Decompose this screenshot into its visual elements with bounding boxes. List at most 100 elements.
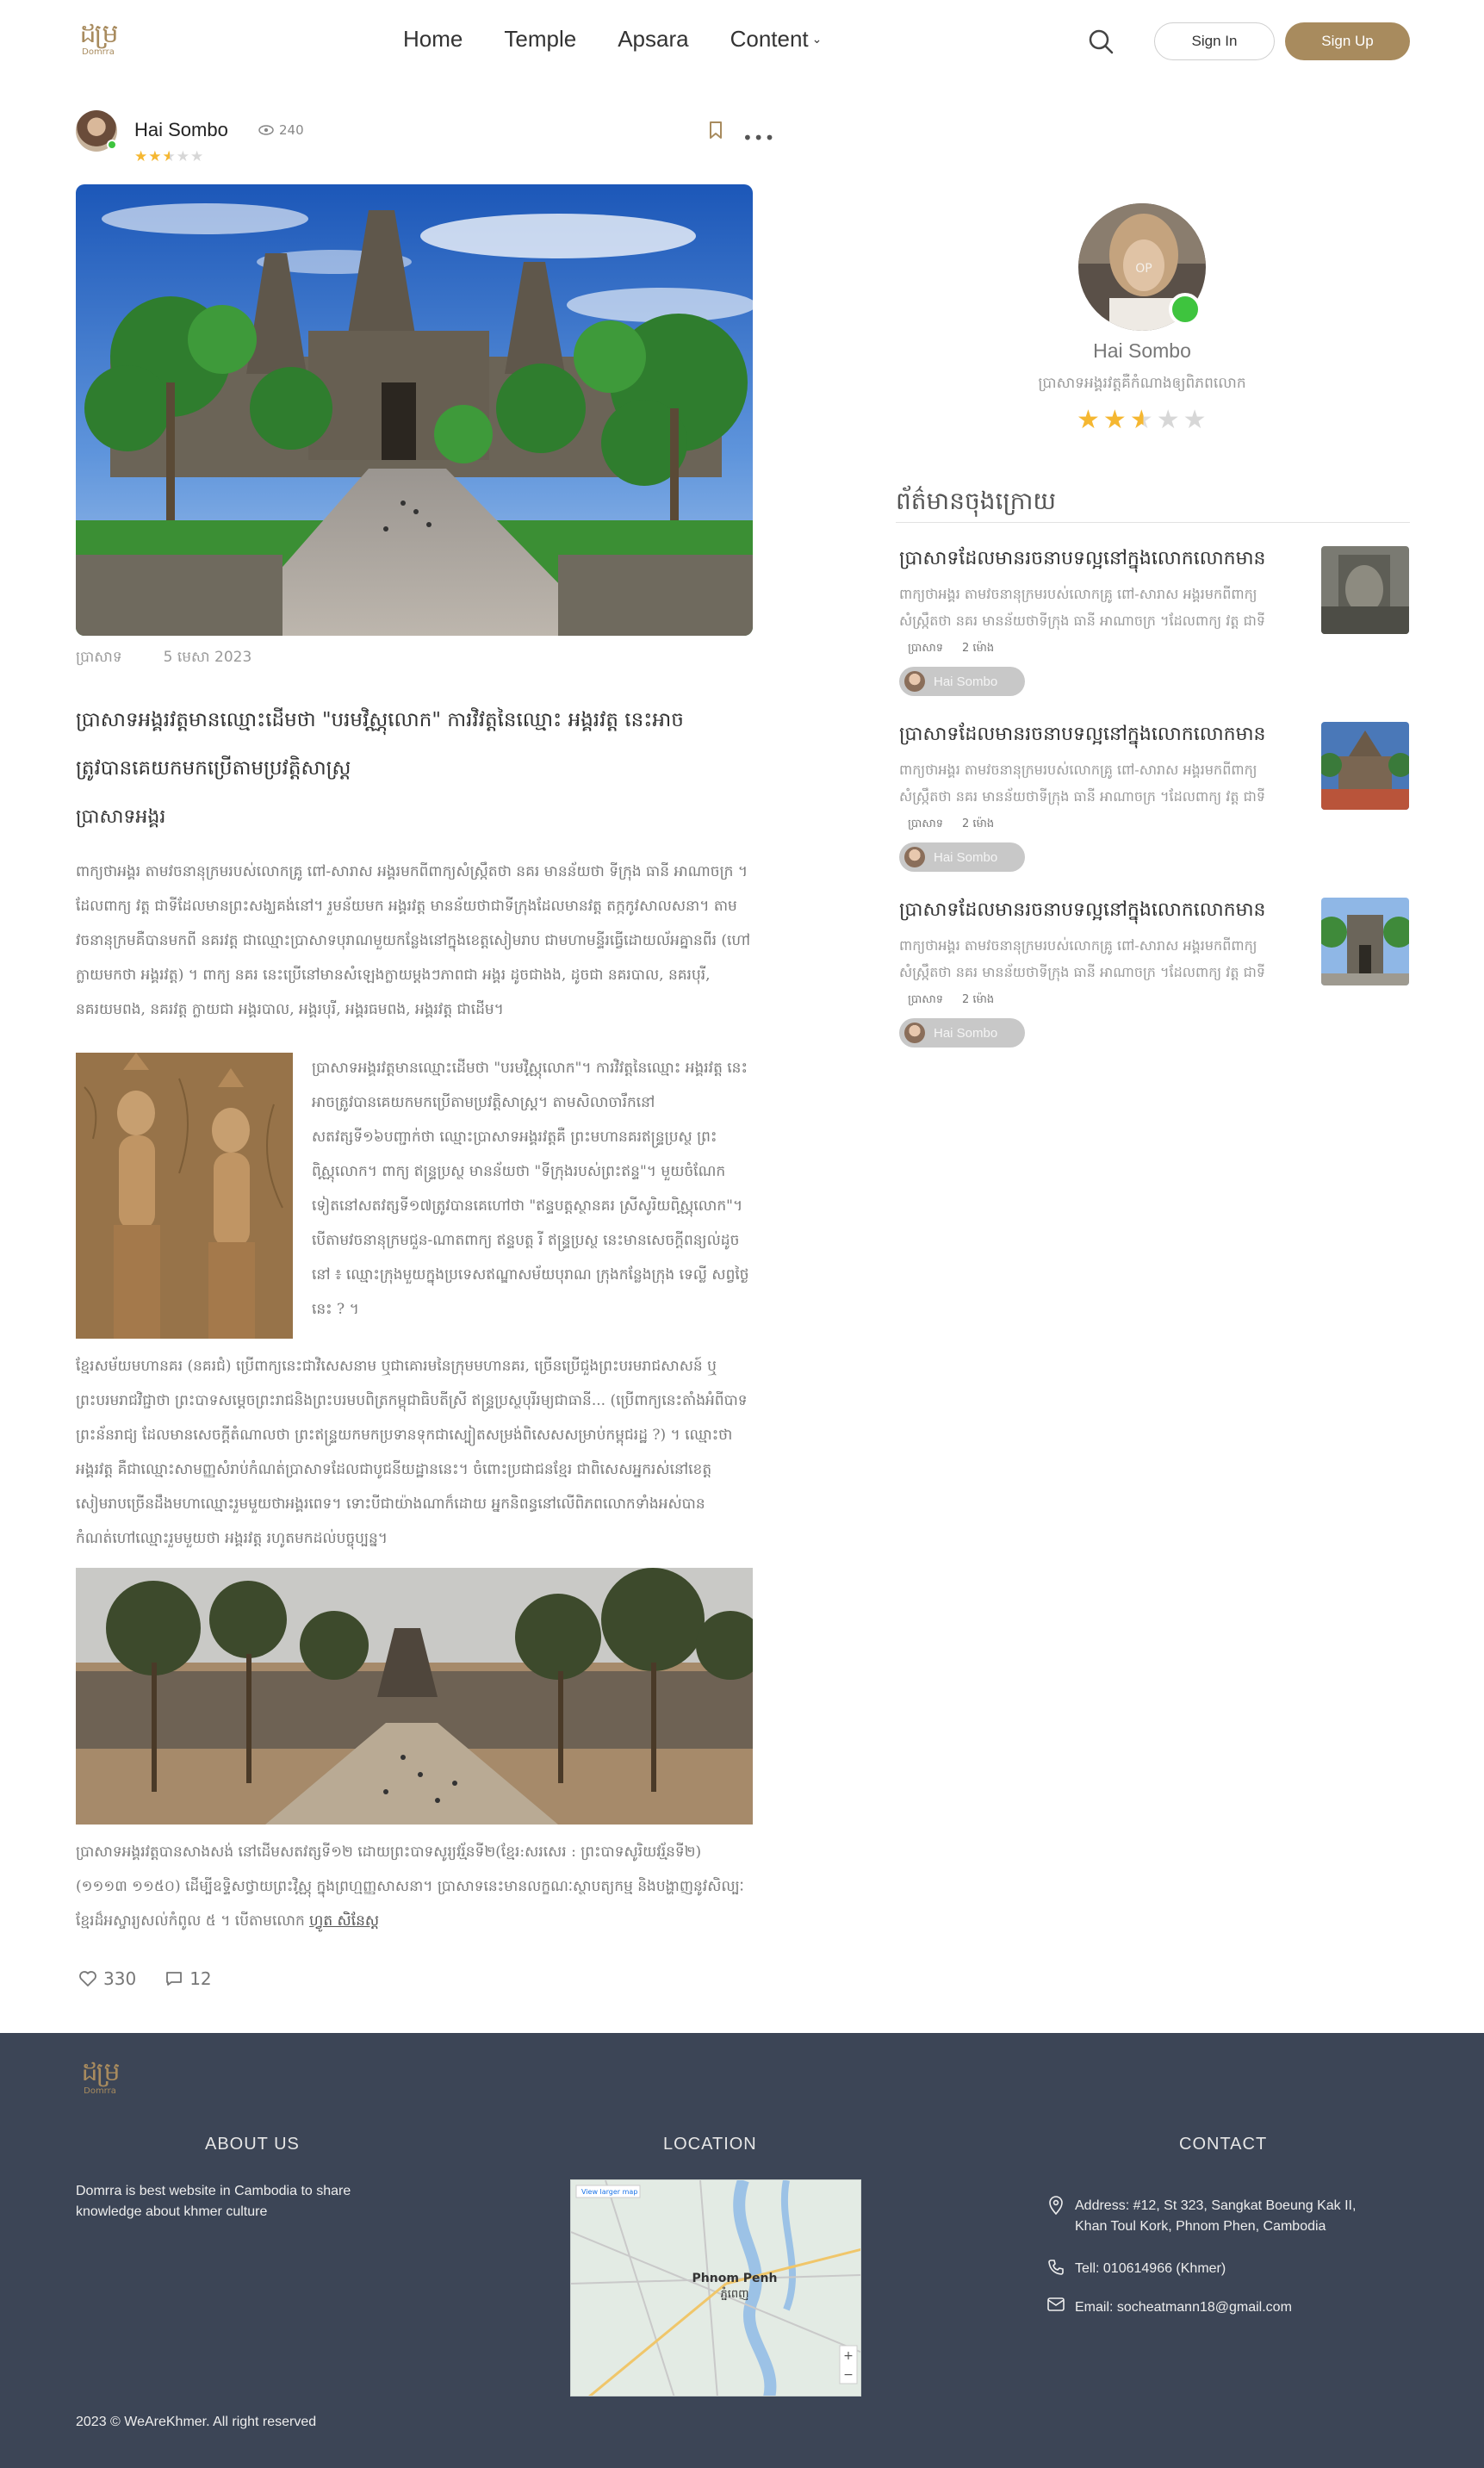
recent-post-time: 2 ម៉ោង xyxy=(962,642,995,655)
star-icon: ★ xyxy=(1102,405,1130,435)
mail-icon xyxy=(1047,2297,1065,2311)
location-map[interactable]: View larger map Phnom Penh ភ្នំពេញ + − xyxy=(570,2179,861,2397)
comment-icon xyxy=(166,1972,183,1986)
map-zoom-in[interactable]: + xyxy=(843,2349,854,2363)
bookmark-icon[interactable] xyxy=(708,121,723,140)
post-date: 5 មេសា 2023 xyxy=(163,649,252,666)
source-link[interactable]: ហ្វូត សិនែស្ដ xyxy=(309,1912,379,1930)
heart-icon xyxy=(79,1971,96,1986)
nav-apsara-label: Apsara xyxy=(618,26,689,52)
nav-content-dropdown[interactable]: Content ⌄ xyxy=(730,26,823,53)
nav-apsara[interactable]: Apsara xyxy=(618,26,688,53)
about-heading: ABOUT US xyxy=(205,2135,300,2154)
profile-bio: ប្រាសាទអង្គរវត្តគឺកំណាងឲ្យពិភពលោក xyxy=(1038,375,1246,392)
post-subtitle: ប្រាសាទអង្គរ xyxy=(76,806,166,828)
recent-post-thumbnail[interactable] xyxy=(1321,722,1409,810)
half-star-icon: ★ xyxy=(162,148,177,165)
recent-post-title[interactable]: ប្រាសាទដែលមានរចនាបទល្អនៅក្នុងលោកលោកមាន xyxy=(899,898,1295,925)
recent-post-category: ប្រាសាទ xyxy=(908,993,944,1006)
star-empty-icon: ★ xyxy=(1183,405,1210,435)
footer-logo[interactable]: ដម្រ Domrra xyxy=(76,2059,124,2100)
about-text: Domrra is best website in Cambodia to sh… xyxy=(76,2184,351,2219)
recent-post-thumbnail[interactable] xyxy=(1321,898,1409,985)
post-paragraph-4: ប្រាសាទអង្គរវត្តបានសាងសង់ នៅដើមសតវត្សទី១… xyxy=(76,1835,756,1938)
recent-post-excerpt: ពាក្យថាអង្គរ តាមវចនានុក្រមរបស់លោកគ្រូ ពៅ… xyxy=(899,937,1265,980)
recent-post-meta: ប្រាសាទ 2 ម៉ោង xyxy=(908,992,994,1009)
divider xyxy=(896,522,1410,523)
logo-text: Domrra xyxy=(82,47,115,57)
recent-post-title[interactable]: ប្រាសាទដែលមានរចនាបទល្អនៅក្នុងលោកលោកមាន xyxy=(899,546,1295,574)
post-title: ប្រាសាទអង្គរវត្តមានឈ្មោះដើមថា "បរមវិស្ណុ… xyxy=(76,709,684,780)
contact-heading: CONTACT xyxy=(1179,2135,1268,2154)
apsara-relief-image xyxy=(76,1053,293,1339)
half-star-icon: ★ xyxy=(1129,405,1157,435)
footer-logo-text: Domrra xyxy=(84,2086,116,2096)
bayon-face-photo xyxy=(1321,546,1409,634)
avatar xyxy=(904,671,925,692)
recent-post-category: ប្រាសាទ xyxy=(908,642,944,655)
post-category[interactable]: ប្រាសាទ xyxy=(76,648,122,669)
recent-post-excerpt: ពាក្យថាអង្គរ តាមវចនានុក្រមរបស់លោកគ្រូ ពៅ… xyxy=(899,586,1265,629)
recent-post-card[interactable]: ប្រាសាទដែលមានរចនាបទល្អនៅក្នុងលោកលោកមាន ព… xyxy=(899,898,1416,1061)
post-rating: ★★★★★ xyxy=(134,148,204,165)
angkor-causeway-photo xyxy=(76,1568,753,1825)
sign-up-button[interactable]: Sign Up xyxy=(1285,22,1410,60)
comment-button[interactable]: 12 xyxy=(165,1968,212,1989)
view-count-value: 240 xyxy=(279,122,304,138)
copyright: 2023 © WeAreKhmer. All right reserved xyxy=(76,2415,317,2429)
recent-post-card[interactable]: ប្រាសាទដែលមានរចនាបទល្អនៅក្នុងលោកលោកមាន ព… xyxy=(899,722,1416,886)
post-actions: 330 12 xyxy=(79,1968,212,1989)
avatar-overlay-text: OP xyxy=(1135,262,1152,276)
author-chip[interactable]: Hai Sombo xyxy=(899,667,1025,696)
contact-phone[interactable]: Tell: 010614966 (Khmer) xyxy=(1047,2259,1392,2279)
phone-icon xyxy=(1048,2260,1064,2275)
recent-posts-heading: ព័ត៌មានចុងក្រោយ xyxy=(896,487,1057,515)
nav-temple-label: Temple xyxy=(504,26,577,52)
comment-count: 12 xyxy=(189,1968,212,1989)
hero-image xyxy=(76,184,753,636)
contact-email[interactable]: Email: socheatmann18@gmail.com xyxy=(1047,2297,1392,2318)
map-graphic: View larger map Phnom Penh ភ្នំពេញ + − xyxy=(571,2180,860,2396)
more-options-icon[interactable]: ••• xyxy=(742,127,775,148)
recent-post-meta: ប្រាសាទ 2 ម៉ោង xyxy=(908,817,994,833)
profile-name[interactable]: Hai Sombo xyxy=(1034,339,1251,363)
star-icon: ★ xyxy=(148,148,163,165)
gate-photo xyxy=(1321,898,1409,985)
nav-home[interactable]: Home xyxy=(403,26,463,53)
recent-post-time: 2 ម៉ោង xyxy=(962,817,995,830)
view-larger-map-link[interactable]: View larger map xyxy=(581,2188,637,2196)
view-count: 240 xyxy=(258,122,304,138)
site-header: ដម្រ Domrra Home Temple Apsara Content ⌄ … xyxy=(0,0,1484,83)
search-icon[interactable] xyxy=(1087,28,1115,55)
nav-content-label: Content xyxy=(730,26,809,52)
recent-post-card[interactable]: ប្រាសាទដែលមានរចនាបទល្អនៅក្នុងលោកលោកមាន ព… xyxy=(899,546,1416,710)
star-icon: ★ xyxy=(134,148,149,165)
main-nav: Home Temple Apsara Content ⌄ xyxy=(403,26,863,53)
site-logo[interactable]: ដម្រ Domrra xyxy=(76,19,121,60)
post-paragraph-3: ខ្មែរសម័យមហានគរ (នគរជំ) ប្រើពាក្យនេះជាវិ… xyxy=(76,1358,748,1547)
star-empty-icon: ★ xyxy=(1156,405,1183,435)
map-city-label: Phnom Penh xyxy=(692,2272,778,2285)
eye-icon xyxy=(258,125,274,135)
online-status-dot xyxy=(107,140,117,150)
nav-home-label: Home xyxy=(403,26,463,52)
author-chip[interactable]: Hai Sombo xyxy=(899,842,1025,872)
temple-photo xyxy=(1321,722,1409,810)
author-chip[interactable]: Hai Sombo xyxy=(899,1018,1025,1048)
contact-email-text: Email: socheatmann18@gmail.com xyxy=(1075,2300,1292,2315)
footer-logo-glyph: ដម្រ xyxy=(81,2057,120,2087)
map-zoom-out[interactable]: − xyxy=(843,2368,854,2382)
post-paragraph-4-text: ប្រាសាទអង្គរវត្តបានសាងសង់ នៅដើមសតវត្សទី១… xyxy=(76,1843,744,1930)
author-name[interactable]: Hai Sombo xyxy=(134,119,228,141)
author-chip-name: Hai Sombo xyxy=(934,674,998,689)
sign-in-button[interactable]: Sign In xyxy=(1154,22,1275,60)
recent-post-thumbnail[interactable] xyxy=(1321,546,1409,634)
avatar xyxy=(904,1023,925,1043)
recent-post-title[interactable]: ប្រាសាទដែលមានរចនាបទល្អនៅក្នុងលោកលោកមាន xyxy=(899,722,1295,749)
map-city-label-kh: ភ្នំពេញ xyxy=(720,2286,748,2301)
recent-post-category: ប្រាសាទ xyxy=(908,817,944,830)
nav-temple[interactable]: Temple xyxy=(504,26,576,53)
like-button[interactable]: 330 xyxy=(79,1968,136,1989)
author-avatar[interactable] xyxy=(76,110,117,152)
author-chip-name: Hai Sombo xyxy=(934,849,998,865)
